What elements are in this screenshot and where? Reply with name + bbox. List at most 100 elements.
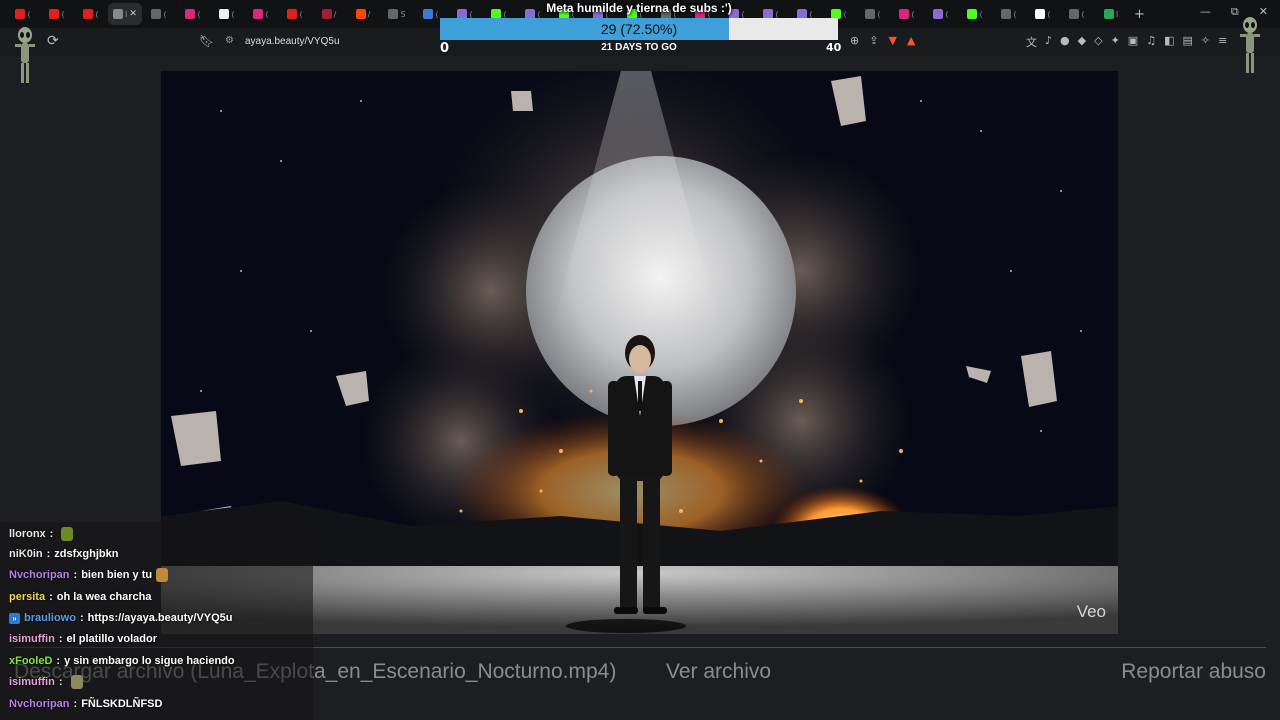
- chat-separator: :: [56, 655, 61, 667]
- browser-tab[interactable]: (: [1026, 3, 1060, 25]
- subgoal-progress-text: 29 (72.50%): [600, 21, 678, 37]
- address-actions: ⊕ ⇪ ▼ ▲: [850, 34, 915, 47]
- share-icon[interactable]: ⇪: [869, 34, 878, 47]
- tab-title: (: [197, 9, 201, 19]
- tab-title: (: [231, 9, 235, 19]
- generic-icon: [1001, 9, 1012, 19]
- address-bar[interactable]: ayaya.beauty/VYQ5u: [245, 36, 340, 47]
- browser-tab[interactable]: (: [244, 3, 278, 25]
- brave-shield-icon[interactable]: ▼: [888, 34, 896, 47]
- chat-separator: :: [49, 528, 54, 540]
- browser-tab[interactable]: (: [992, 3, 1026, 25]
- browser-tab[interactable]: (: [40, 3, 74, 25]
- chat-username[interactable]: Nvchoripan: [9, 698, 70, 710]
- ublock-icon[interactable]: ●: [1060, 34, 1070, 50]
- veo-watermark: Veo: [1076, 602, 1106, 621]
- browser-tab[interactable]: /: [346, 3, 380, 25]
- chat-username[interactable]: brauliowo: [24, 612, 76, 624]
- shield-extension-icon[interactable]: ◇: [1094, 34, 1102, 50]
- browser-tab[interactable]: S: [380, 3, 414, 25]
- browser-tab[interactable]: (: [176, 3, 210, 25]
- pixiv-icon: [423, 9, 434, 19]
- tab-icon: [113, 9, 124, 19]
- music-icon[interactable]: ♫: [1146, 34, 1156, 50]
- alien-mascot-icon: [15, 27, 35, 83]
- wallet-icon[interactable]: ▤: [1182, 34, 1192, 50]
- chat-text: bien bien y tu: [81, 569, 153, 581]
- bookmark-icon[interactable]: 🔖︎: [199, 34, 214, 48]
- tab-title: (: [945, 9, 949, 19]
- browser-tab[interactable]: (: [890, 3, 924, 25]
- translate-icon[interactable]: 文: [1026, 34, 1037, 50]
- stream-chat-overlay: lloronx: niK0in: zdsfxghjbkn Nvchoripan: bie…: [0, 522, 313, 720]
- browser-tab[interactable]: I: [1094, 3, 1128, 25]
- extension-icon[interactable]: ◆: [1078, 34, 1086, 50]
- browser-tab[interactable]: /: [312, 3, 346, 25]
- tab-title: I: [125, 9, 128, 19]
- leo-icon[interactable]: ✧: [1201, 34, 1210, 50]
- tab-title: (: [61, 9, 65, 19]
- zoom-icon[interactable]: ⊕: [850, 34, 859, 47]
- tab-title: (: [1047, 9, 1051, 19]
- tab-title: (: [979, 9, 983, 19]
- tab-title: /: [333, 9, 337, 19]
- youtube-icon: [15, 9, 26, 19]
- screenshot-icon[interactable]: ▣: [1128, 34, 1138, 50]
- report-abuse-link[interactable]: Reportar abuso: [1121, 660, 1266, 684]
- menu-icon[interactable]: ≡: [1218, 34, 1227, 50]
- chat-separator: :: [58, 633, 63, 645]
- browser-tab[interactable]: (: [142, 3, 176, 25]
- tab-title: (: [163, 9, 167, 19]
- puzzle-icon[interactable]: ✦: [1111, 34, 1120, 50]
- rewards-icon[interactable]: ▲: [907, 34, 915, 47]
- chat-username[interactable]: isimuffin: [9, 676, 55, 688]
- chat-message: niK0in: zdsfxghjbkn: [9, 544, 118, 564]
- tab-title: (: [877, 9, 881, 19]
- chat-message: isimuffin:: [9, 672, 83, 692]
- sidebar-icon[interactable]: ◧: [1164, 34, 1174, 50]
- chat-emote-icon: [61, 527, 74, 541]
- view-file-link[interactable]: Ver archivo: [666, 660, 771, 684]
- sheets-icon: [1103, 9, 1114, 19]
- browser-tab[interactable]: (: [210, 3, 244, 25]
- browser-tab[interactable]: (: [74, 3, 108, 25]
- browser-tab[interactable]: (: [924, 3, 958, 25]
- chat-username[interactable]: xFooleD: [9, 655, 52, 667]
- subgoal-progress-bar: 29 (72.50%): [440, 18, 838, 40]
- reload-icon[interactable]: ⟳: [47, 33, 59, 49]
- tab-title: (: [265, 9, 269, 19]
- chat-text: https://ayaya.beauty/VYQ5u: [87, 612, 233, 624]
- browser-tab[interactable]: (: [278, 3, 312, 25]
- tab-title: (: [299, 9, 303, 19]
- site-info-icon[interactable]: ⚙: [225, 35, 234, 46]
- subgoal-days-left: 21 DAYS TO GO: [601, 42, 677, 53]
- chat-emote-icon: [156, 568, 169, 582]
- browser-tab[interactable]: (: [958, 3, 992, 25]
- screen: (((I ✕(((((/ / S((((((((((((((((((((I + — ⧉…: [0, 0, 1280, 720]
- tab-title: (: [911, 9, 915, 19]
- browser-tab[interactable]: I ✕: [108, 3, 142, 25]
- chat-username[interactable]: Nvchoripan: [9, 569, 70, 581]
- generic-icon: [388, 9, 399, 19]
- chat-username[interactable]: niK0in: [9, 548, 43, 560]
- browser-tab[interactable]: (: [856, 3, 890, 25]
- close-tab-icon[interactable]: ✕: [129, 9, 137, 19]
- instagram-icon: [899, 9, 910, 19]
- browser-tab[interactable]: (: [1060, 3, 1094, 25]
- subgoal-max-label: 40: [826, 41, 842, 54]
- chat-separator: :: [46, 548, 51, 560]
- tab-title: /: [367, 9, 371, 19]
- chat-message: Nvchoripan: bien bien y tu: [9, 565, 169, 585]
- alien-mascot-icon: [1240, 17, 1260, 73]
- chat-username[interactable]: isimuffin: [9, 633, 55, 645]
- new-tab-button[interactable]: +: [1134, 7, 1145, 22]
- browser-tab[interactable]: (: [6, 3, 40, 25]
- audio-icon[interactable]: ♪: [1045, 34, 1052, 50]
- instagram-icon: [185, 9, 196, 19]
- chat-username[interactable]: persita: [9, 591, 45, 603]
- tiktok-icon: [219, 9, 230, 19]
- chat-username[interactable]: lloronx: [9, 528, 46, 540]
- reddit-icon: [355, 9, 366, 19]
- minimize-button[interactable]: —: [1200, 5, 1211, 19]
- tab-title: S: [400, 9, 406, 19]
